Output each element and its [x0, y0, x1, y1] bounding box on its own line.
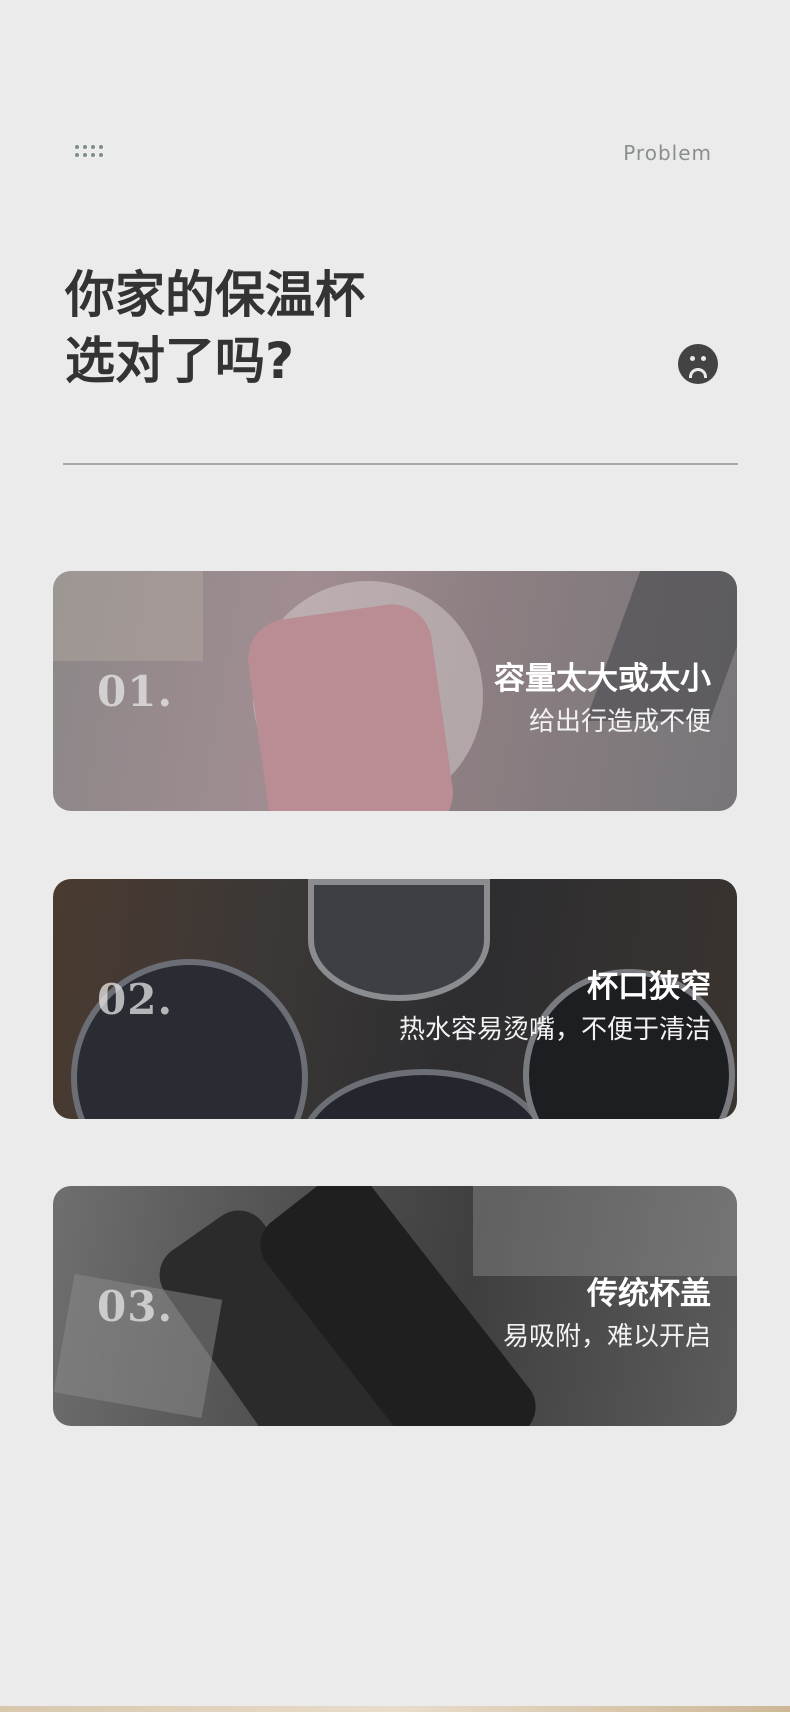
page: Problem 你家的保温杯 选对了吗? 01. 容量太大或太小 给出行造成不便…	[0, 0, 790, 1712]
problem-card-2[interactable]: 02. 杯口狭窄 热水容易烫嘴，不便于清洁	[53, 879, 737, 1119]
sad-face-icon	[678, 344, 718, 384]
card-number: 01.	[97, 667, 174, 716]
card-number: 03.	[97, 1282, 174, 1331]
problem-card-3[interactable]: 03. 传统杯盖 易吸附，难以开启	[53, 1186, 737, 1426]
section-label: Problem	[623, 141, 712, 165]
card-subtitle: 热水容易烫嘴，不便于清洁	[398, 1015, 711, 1045]
card-subtitle: 易吸附，难以开启	[502, 1322, 711, 1352]
card-title: 杯口狭窄	[587, 969, 711, 1005]
page-title-line-2: 选对了吗?	[65, 332, 295, 390]
card-title: 容量太大或太小	[494, 661, 711, 697]
divider	[63, 463, 738, 465]
bottom-strip	[0, 1706, 790, 1712]
dots-grid-icon[interactable]	[75, 145, 103, 157]
problem-card-1[interactable]: 01. 容量太大或太小 给出行造成不便	[53, 571, 737, 811]
page-title-line-1: 你家的保温杯	[65, 266, 365, 324]
page-title: 你家的保温杯 选对了吗?	[65, 262, 365, 394]
card-number: 02.	[97, 975, 174, 1024]
card-title: 传统杯盖	[587, 1276, 711, 1312]
card-subtitle: 给出行造成不便	[528, 707, 711, 737]
